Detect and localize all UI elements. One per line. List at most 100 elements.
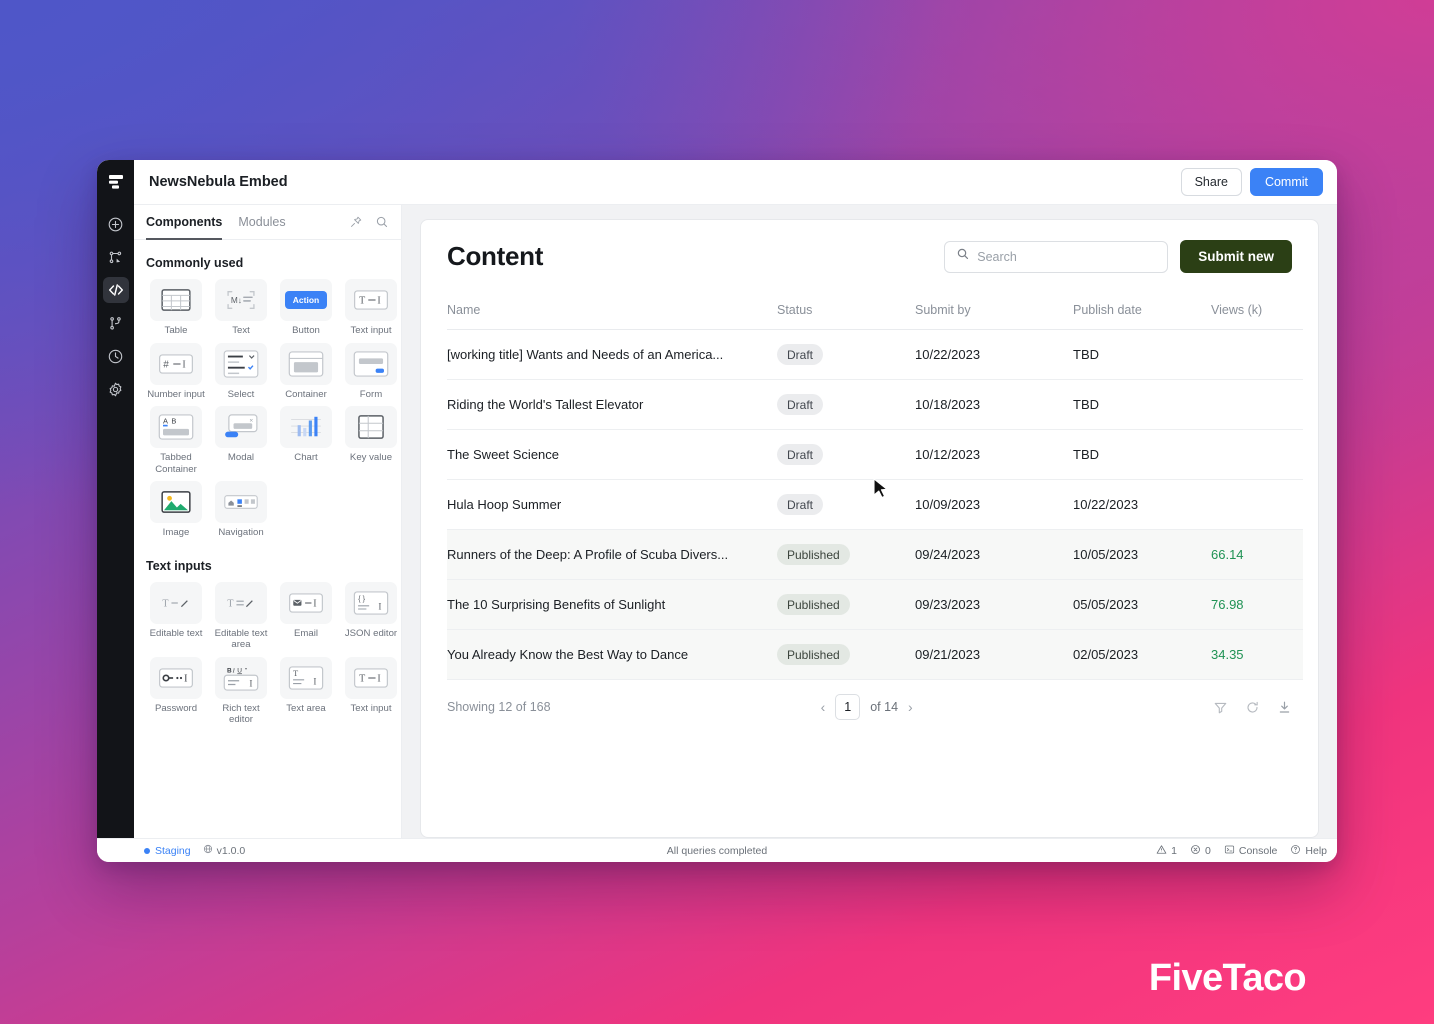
commit-button[interactable]: Commit — [1249, 168, 1323, 196]
form-icon — [345, 342, 397, 385]
table-row[interactable]: Riding the World's Tallest Elevator Draf… — [447, 379, 1303, 430]
svg-text:I: I — [232, 667, 236, 674]
component-table[interactable]: Table — [146, 279, 206, 337]
download-icon[interactable] — [1277, 700, 1292, 715]
column-header-publish-date[interactable]: Publish date — [1073, 303, 1211, 330]
page-total-label: of 14 — [870, 700, 899, 714]
chevron-left-icon[interactable]: ‹ — [821, 699, 826, 715]
component-text-area[interactable]: T I Text area — [276, 656, 336, 726]
component-form[interactable]: Form — [341, 342, 401, 401]
status-badge: Draft — [777, 494, 824, 515]
warning-count[interactable]: 1 — [1156, 844, 1177, 858]
app-logo-icon[interactable] — [104, 170, 128, 194]
search-input[interactable] — [977, 249, 1157, 264]
container-icon — [280, 342, 332, 385]
page-number-input[interactable]: 1 — [835, 694, 861, 720]
column-header-status[interactable]: Status — [777, 303, 915, 330]
help-label: Help — [1305, 844, 1327, 857]
settings-gear-icon[interactable] — [103, 376, 129, 402]
code-icon[interactable] — [102, 277, 129, 303]
svg-text:I: I — [378, 601, 381, 611]
search-icon[interactable] — [375, 215, 389, 229]
component-rich-text-editor[interactable]: B I U " I Rich text editor — [211, 656, 271, 726]
svg-text:": " — [245, 667, 248, 674]
component-text-input[interactable]: T I Text input — [341, 279, 401, 337]
branches-icon[interactable] — [103, 310, 129, 336]
component-editable-text[interactable]: T Editable text — [146, 581, 206, 651]
table-row[interactable]: You Already Know the Best Way to Dance P… — [447, 629, 1303, 680]
table-tools — [1213, 700, 1292, 715]
content-table: Name Status Submit by Publish date Views… — [447, 303, 1303, 680]
cell-publish-date: 02/05/2023 — [1073, 629, 1211, 680]
component-editable-text-area[interactable]: T Editable text area — [211, 581, 271, 651]
table-row[interactable]: Hula Hoop Summer Draft 10/09/2023 10/22/… — [447, 479, 1303, 530]
component-label: Password — [154, 702, 198, 714]
component-password[interactable]: I Password — [146, 656, 206, 726]
cell-views — [1211, 329, 1303, 380]
component-container[interactable]: Container — [276, 342, 336, 401]
component-key-value[interactable]: Key value — [341, 406, 401, 475]
submit-new-button[interactable]: Submit new — [1180, 240, 1292, 273]
component-select[interactable]: Select — [211, 342, 271, 401]
history-icon[interactable] — [103, 343, 129, 369]
tab-modules[interactable]: Modules — [238, 205, 285, 240]
component-modal[interactable]: × Modal — [211, 406, 271, 475]
component-label: Text area — [286, 702, 326, 714]
svg-text:I: I — [182, 359, 185, 370]
svg-text:I: I — [313, 598, 316, 609]
tab-components[interactable]: Components — [146, 205, 222, 240]
component-number-input[interactable]: # I Number input — [146, 342, 206, 401]
table-header-row: Name Status Submit by Publish date Views… — [447, 303, 1303, 330]
pin-icon[interactable] — [349, 215, 363, 229]
refresh-icon[interactable] — [1245, 700, 1260, 715]
component-json-editor[interactable]: { } I JSON editor — [341, 581, 401, 651]
console-label: Console — [1238, 844, 1278, 857]
error-count[interactable]: 0 — [1190, 844, 1211, 858]
status-badge: Published — [777, 594, 850, 615]
chart-icon — [280, 406, 332, 448]
table-header: Name Status Submit by Publish date Views… — [447, 303, 1303, 330]
status-bar-right: 1 0 Console Help — [1156, 844, 1327, 858]
table-row[interactable]: [working title] Wants and Needs of an Am… — [447, 329, 1303, 380]
help-button[interactable]: Help — [1290, 844, 1327, 858]
component-email[interactable]: I Email — [276, 581, 336, 651]
content-header: Content Submit new — [447, 240, 1292, 273]
component-label: Select — [227, 388, 255, 400]
components-tree-icon[interactable] — [103, 244, 129, 270]
component-button[interactable]: Action Button — [276, 279, 336, 337]
component-chart[interactable]: Chart — [276, 406, 336, 475]
warning-triangle-icon — [1156, 844, 1167, 858]
component-text[interactable]: M↓ Text — [211, 279, 271, 337]
help-circle-icon — [1290, 844, 1301, 858]
svg-text:I: I — [377, 296, 380, 307]
svg-text:T: T — [162, 598, 168, 609]
search-box[interactable] — [944, 240, 1169, 273]
email-icon: I — [280, 581, 332, 624]
cell-name: The Sweet Science — [447, 429, 777, 480]
cell-views — [1211, 379, 1303, 430]
cell-views: 66.14 — [1211, 529, 1303, 580]
component-image[interactable]: Image — [146, 481, 206, 539]
column-header-name[interactable]: Name — [447, 303, 777, 330]
component-label: Form — [359, 388, 383, 400]
console-button[interactable]: Console — [1224, 844, 1278, 858]
component-tabbed-container[interactable]: A B Tabbed Container — [146, 406, 206, 475]
add-icon[interactable] — [103, 211, 129, 237]
table-row[interactable]: Runners of the Deep: A Profile of Scuba … — [447, 529, 1303, 580]
share-button[interactable]: Share — [1180, 168, 1242, 196]
column-header-views[interactable]: Views (k) — [1211, 303, 1303, 330]
console-icon — [1224, 844, 1235, 858]
error-circle-icon — [1190, 844, 1201, 858]
filter-icon[interactable] — [1213, 700, 1228, 715]
table-row[interactable]: The 10 Surprising Benefits of Sunlight P… — [447, 579, 1303, 630]
button-icon: Action — [280, 279, 332, 321]
table-row[interactable]: The Sweet Science Draft 10/12/2023 TBD — [447, 429, 1303, 480]
component-label: Container — [285, 388, 327, 400]
chevron-right-icon[interactable]: › — [908, 699, 913, 715]
column-header-submit-by[interactable]: Submit by — [915, 303, 1073, 330]
component-label: Email — [294, 627, 318, 639]
cell-name: [working title] Wants and Needs of an Am… — [447, 329, 777, 380]
components-list[interactable]: Commonly used Table M↓ Text Action Butto… — [134, 240, 401, 838]
component-text-input-2[interactable]: T I Text input — [341, 656, 401, 726]
component-navigation[interactable]: Navigation — [211, 481, 271, 539]
